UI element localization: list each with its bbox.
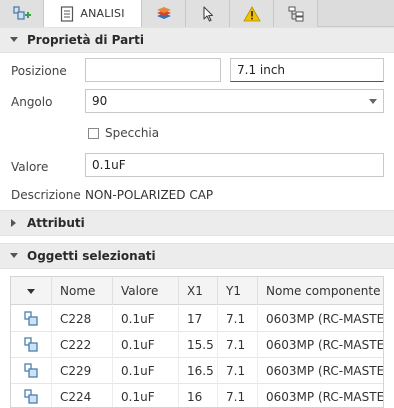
column-header-component[interactable]: Nome componente — [257, 277, 383, 305]
column-header-name[interactable]: Nome — [51, 277, 112, 305]
cell-component: 0603MP (RC-MASTER — [257, 358, 383, 384]
tab-add-part[interactable] — [0, 0, 44, 27]
cell-value: 0.1uF — [112, 384, 178, 407]
tab-warnings[interactable] — [230, 0, 274, 27]
section-selected-objects[interactable]: Oggetti selezionati — [0, 243, 394, 269]
mirror-label: Specchia — [105, 126, 160, 140]
section-title: Oggetti selezionati — [27, 249, 156, 263]
cell-y1: 7.1 — [217, 384, 257, 407]
description-label: Descrizione — [11, 188, 81, 202]
cell-name: C222 — [51, 332, 112, 358]
column-header-y1[interactable]: Y1 — [217, 277, 257, 305]
tab-select[interactable] — [186, 0, 230, 27]
section-attributes[interactable]: Attributi — [0, 210, 394, 236]
chevron-down-icon — [9, 253, 19, 259]
cell-y1: 7.1 — [217, 332, 257, 358]
table-row[interactable]: C222 0.1uF 15.5 7.1 0603MP (RC-MASTER — [11, 332, 383, 358]
cell-name: C224 — [51, 384, 112, 407]
tab-layers[interactable] — [142, 0, 186, 27]
table-header: Nome Valore X1 Y1 Nome componente — [11, 277, 383, 305]
table-row[interactable]: C229 0.1uF 16.5 7.1 0603MP (RC-MASTER — [11, 358, 383, 384]
cell-value: 0.1uF — [112, 332, 178, 358]
cell-y1: 7.1 — [217, 306, 257, 332]
document-icon — [60, 5, 74, 22]
cursor-icon — [202, 5, 214, 22]
table-row[interactable]: C228 0.1uF 17 7.1 0603MP (RC-MASTER — [11, 306, 383, 332]
angle-label: Angolo — [11, 95, 53, 109]
component-icon — [11, 384, 51, 407]
column-header-x1[interactable]: X1 — [178, 277, 217, 305]
cell-component: 0603MP (RC-MASTER — [257, 384, 383, 407]
layers-icon — [155, 6, 173, 22]
chevron-right-icon — [9, 219, 19, 227]
cell-name: C228 — [51, 306, 112, 332]
angle-select[interactable]: 90 — [85, 89, 384, 113]
chevron-down-icon — [369, 99, 377, 104]
component-icon — [11, 358, 51, 384]
position-x-field[interactable] — [85, 58, 221, 82]
tab-analisi[interactable]: ANALISI — [44, 0, 142, 28]
angle-value: 90 — [92, 94, 108, 108]
section-title: Attributi — [27, 216, 85, 230]
hierarchy-icon — [288, 6, 304, 22]
cell-value: 0.1uF — [112, 358, 178, 384]
column-header-value[interactable]: Valore — [112, 277, 178, 305]
warning-icon — [242, 5, 261, 22]
component-icon — [11, 306, 51, 332]
value-label: Valore — [11, 160, 49, 174]
cell-x1: 16.5 — [178, 358, 217, 384]
cell-x1: 17 — [178, 306, 217, 332]
table-row[interactable]: C224 0.1uF 16 7.1 0603MP (RC-MASTER — [11, 384, 383, 407]
column-menu-button[interactable] — [11, 277, 51, 305]
cell-x1: 16 — [178, 384, 217, 407]
position-y-field[interactable]: 7.1 inch — [230, 58, 384, 82]
section-part-properties[interactable]: Proprietà di Parti — [0, 27, 394, 53]
tab-analisi-label: ANALISI — [80, 7, 125, 20]
cell-component: 0603MP (RC-MASTER — [257, 332, 383, 358]
tab-bar: ANALISI — [0, 0, 394, 28]
cell-component: 0603MP (RC-MASTER — [257, 306, 383, 332]
position-label: Posizione — [11, 64, 67, 78]
cell-value: 0.1uF — [112, 306, 178, 332]
chevron-down-icon — [9, 37, 19, 43]
add-part-icon — [12, 5, 32, 23]
mirror-checkbox[interactable] — [88, 128, 99, 139]
section-title: Proprietà di Parti — [27, 33, 144, 47]
cell-name: C229 — [51, 358, 112, 384]
component-icon — [11, 332, 51, 358]
value-field[interactable]: 0.1uF — [85, 153, 384, 177]
selected-objects-table: Nome Valore X1 Y1 Nome componente C228 0… — [10, 276, 384, 408]
cell-y1: 7.1 — [217, 358, 257, 384]
cell-x1: 15.5 — [178, 332, 217, 358]
chevron-down-icon — [27, 288, 35, 294]
tab-hierarchy[interactable] — [274, 0, 318, 27]
description-value: NON-POLARIZED CAP — [85, 188, 214, 202]
